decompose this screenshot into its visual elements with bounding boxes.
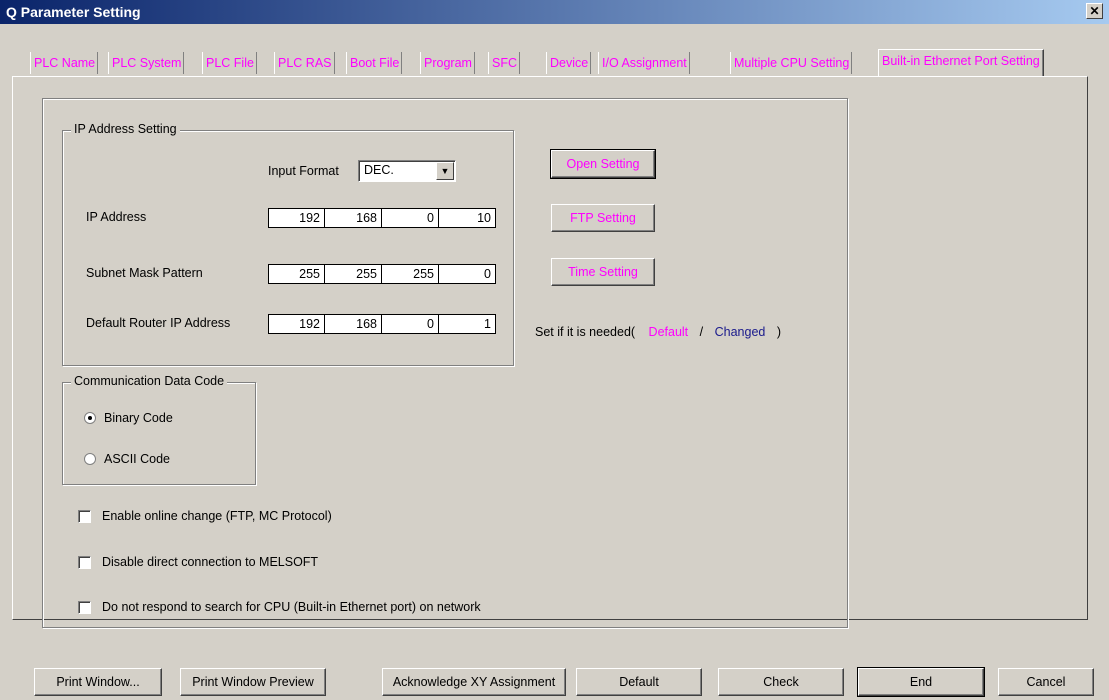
hint-suffix: ) <box>776 325 782 339</box>
subnet-octet-4[interactable]: 0 <box>439 264 496 284</box>
tab-boot-file[interactable]: Boot File <box>346 52 402 74</box>
time-setting-button[interactable]: Time Setting <box>551 258 655 286</box>
hint-prefix: Set if it is needed( <box>535 325 636 339</box>
subnet-mask-label: Subnet Mask Pattern <box>86 266 203 280</box>
communication-group-title: Communication Data Code <box>71 374 228 388</box>
binary-code-label: Binary Code <box>104 411 173 425</box>
open-setting-button[interactable]: Open Setting <box>550 149 656 179</box>
print-window-preview-button[interactable]: Print Window Preview <box>180 668 326 696</box>
tab-device[interactable]: Device <box>546 52 591 74</box>
acknowledge-xy-assignment-button[interactable]: Acknowledge XY Assignment <box>382 668 566 696</box>
ip-address-label: IP Address <box>86 210 147 224</box>
check-button[interactable]: Check <box>718 668 844 696</box>
tab-program[interactable]: Program <box>420 52 475 74</box>
print-window-button[interactable]: Print Window... <box>34 668 162 696</box>
window-title: Q Parameter Setting <box>6 4 141 20</box>
tab-plc-file[interactable]: PLC File <box>202 52 257 74</box>
ip-octet-4[interactable]: 10 <box>439 208 496 228</box>
default-router-field: 192 168 0 1 <box>268 314 496 334</box>
tab-plc-system[interactable]: PLC System <box>108 52 184 74</box>
router-octet-2[interactable]: 168 <box>325 314 382 334</box>
tab-sfc[interactable]: SFC <box>488 52 520 74</box>
subnet-octet-1[interactable]: 255 <box>268 264 325 284</box>
hint-default: Default <box>648 325 689 339</box>
close-button[interactable]: ✕ <box>1086 3 1103 19</box>
ip-octet-2[interactable]: 168 <box>325 208 382 228</box>
binary-code-radio[interactable] <box>84 412 96 424</box>
router-octet-1[interactable]: 192 <box>268 314 325 334</box>
input-format-select[interactable]: DEC. ▼ <box>358 160 456 182</box>
default-button[interactable]: Default <box>576 668 702 696</box>
enable-online-change-checkbox[interactable] <box>78 510 91 523</box>
disable-direct-connection-checkbox[interactable] <box>78 556 91 569</box>
disable-direct-connection-label: Disable direct connection to MELSOFT <box>102 555 319 569</box>
tab-built-in-ethernet-port-setting[interactable]: Built-in Ethernet Port Setting <box>878 49 1044 76</box>
ascii-code-label: ASCII Code <box>104 452 171 466</box>
tab-plc-name[interactable]: PLC Name <box>30 52 98 74</box>
radio-selected-dot <box>88 416 92 420</box>
ip-address-field: 192 168 0 10 <box>268 208 496 228</box>
tab-plc-ras[interactable]: PLC RAS <box>274 52 335 74</box>
setting-hint: Set if it is needed( Default / Changed ) <box>535 325 781 339</box>
tab-multiple-cpu-setting[interactable]: Multiple CPU Setting <box>730 52 852 74</box>
no-respond-search-checkbox[interactable] <box>78 601 91 614</box>
no-respond-search-label: Do not respond to search for CPU (Built-… <box>102 600 481 614</box>
title-bar: Q Parameter Setting ✕ <box>0 0 1109 24</box>
cancel-button[interactable]: Cancel <box>998 668 1094 696</box>
enable-online-change-label: Enable online change (FTP, MC Protocol) <box>102 509 332 523</box>
hint-slash: / <box>699 325 704 339</box>
hint-changed: Changed <box>714 325 766 339</box>
subnet-octet-2[interactable]: 255 <box>325 264 382 284</box>
ftp-setting-button[interactable]: FTP Setting <box>551 204 655 232</box>
ip-octet-3[interactable]: 0 <box>382 208 439 228</box>
subnet-mask-field: 255 255 255 0 <box>268 264 496 284</box>
router-octet-3[interactable]: 0 <box>382 314 439 334</box>
ip-octet-1[interactable]: 192 <box>268 208 325 228</box>
input-format-label: Input Format <box>268 164 339 178</box>
end-button[interactable]: End <box>857 667 985 697</box>
ip-address-group-title: IP Address Setting <box>71 122 180 136</box>
ascii-code-radio[interactable] <box>84 453 96 465</box>
close-icon: ✕ <box>1089 4 1100 18</box>
input-format-value: DEC. <box>364 163 394 177</box>
router-octet-4[interactable]: 1 <box>439 314 496 334</box>
subnet-octet-3[interactable]: 255 <box>382 264 439 284</box>
communication-data-code-group: Communication Data Code <box>62 374 256 485</box>
tab-io-assignment[interactable]: I/O Assignment <box>598 52 690 74</box>
default-router-label: Default Router IP Address <box>86 316 231 330</box>
dropdown-arrow-icon[interactable]: ▼ <box>436 162 454 180</box>
